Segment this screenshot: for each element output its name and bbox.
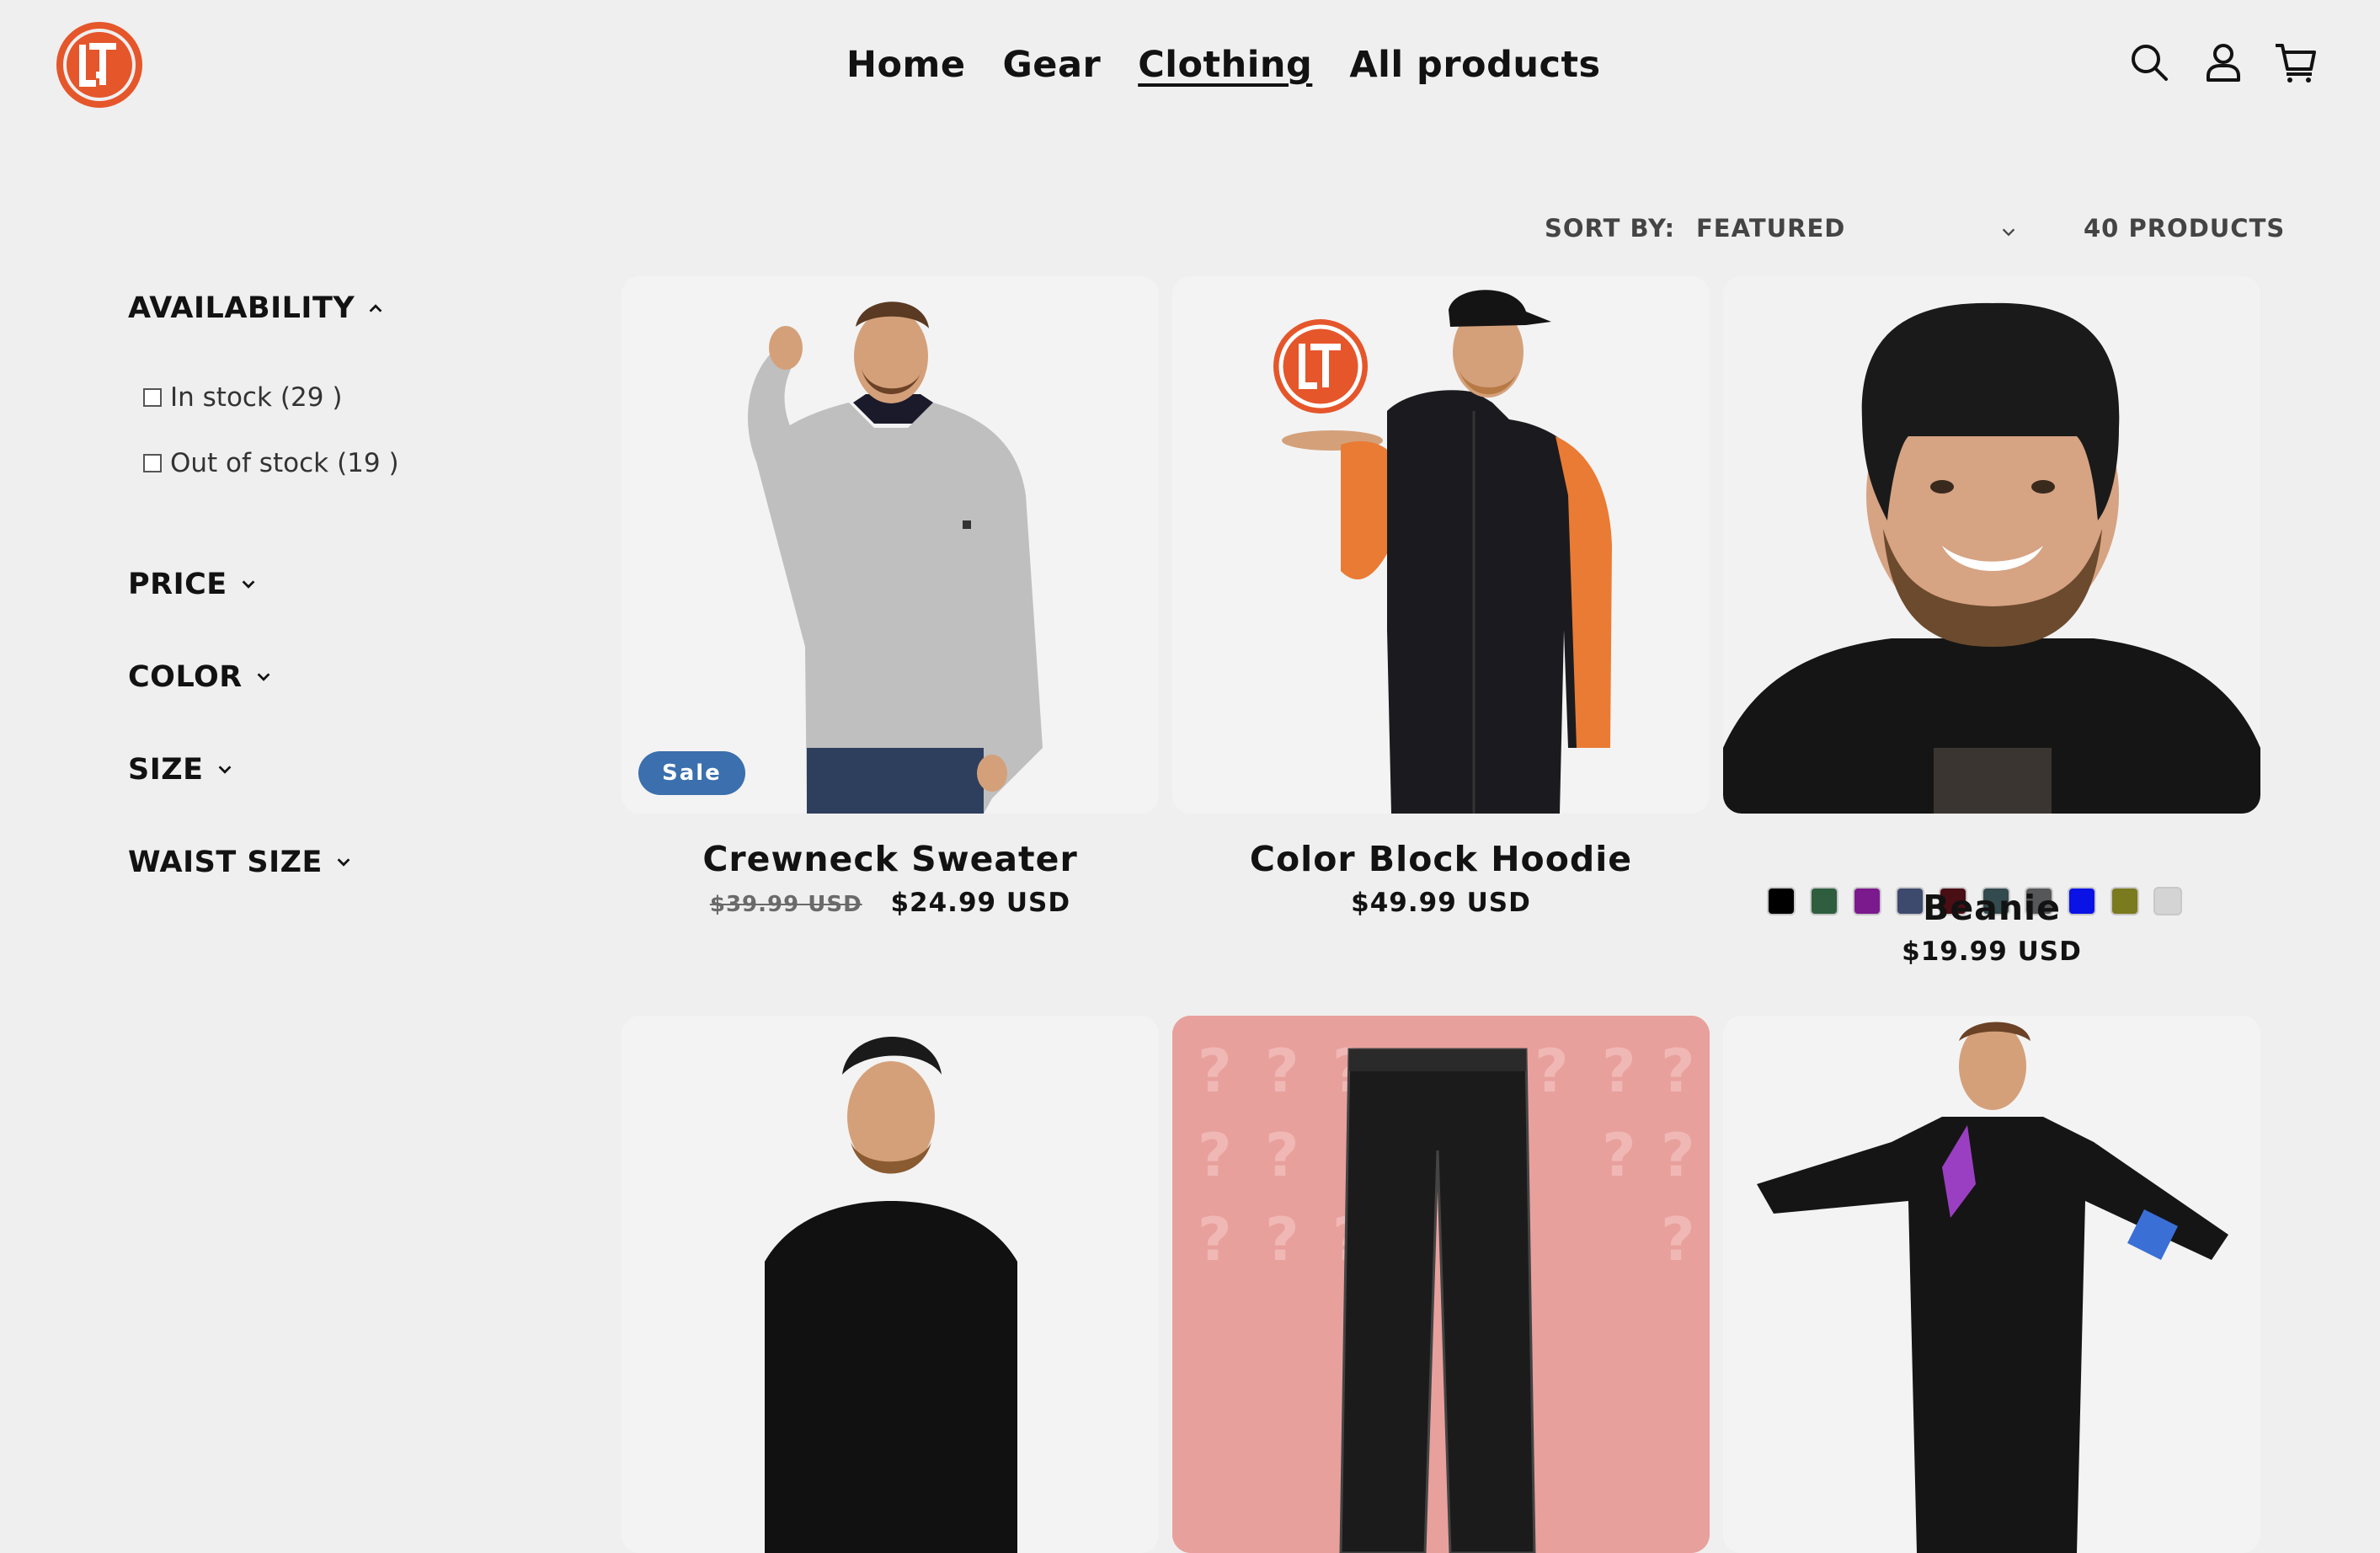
product-image[interactable] <box>1723 1016 2260 1553</box>
filter-availability-label: AVAILABILITY <box>128 291 355 325</box>
product-image[interactable] <box>1723 276 2260 814</box>
filter-size-label: SIZE <box>128 753 204 787</box>
product-title[interactable]: Crewneck Sweater <box>622 839 1159 879</box>
collection-toolbar: SORT BY: FEATURED 40 PRODUCTS <box>0 214 2380 248</box>
filter-color-label: COLOR <box>128 660 243 694</box>
sort-select[interactable]: FEATURED <box>1696 214 2025 248</box>
svg-text:?: ? <box>1265 1037 1299 1106</box>
product-card[interactable]: Color Block Hoodie $49.99 USD <box>1172 276 1710 950</box>
sort-label: SORT BY: <box>1545 214 1676 243</box>
filter-waist-size[interactable]: WAIST SIZE <box>128 846 353 879</box>
account-icon[interactable] <box>2201 40 2245 84</box>
product-image[interactable]: Sale <box>622 276 1159 814</box>
svg-text:?: ? <box>1198 1205 1232 1274</box>
chevron-down-icon <box>1999 219 2018 248</box>
filter-in-stock[interactable]: In stock (29 ) <box>143 382 342 413</box>
svg-text:?: ? <box>1265 1121 1299 1190</box>
svg-text:?: ? <box>1661 1121 1695 1190</box>
in-stock-checkbox[interactable] <box>143 388 162 407</box>
nav-gear[interactable]: Gear <box>1003 40 1102 89</box>
product-price: $19.99 USD <box>1902 937 2082 967</box>
out-of-stock-label: Out of stock <box>170 448 329 478</box>
site-header: Home Gear Clothing All products <box>0 0 2380 135</box>
filter-availability[interactable]: AVAILABILITY <box>128 291 385 325</box>
filter-out-of-stock[interactable]: Out of stock (19 ) <box>143 448 399 478</box>
chevron-up-icon <box>369 304 382 312</box>
ltt-logo[interactable] <box>56 21 143 109</box>
product-card[interactable]: Sale Crewneck Sweater $39.99 USD $24.99 … <box>622 276 1159 950</box>
svg-text:?: ? <box>1602 1121 1636 1190</box>
out-of-stock-checkbox[interactable] <box>143 454 162 472</box>
filter-price[interactable]: PRICE <box>128 568 258 601</box>
chevron-down-icon <box>218 766 231 774</box>
product-count: 40 PRODUCTS <box>2084 214 2286 243</box>
product-price: $49.99 USD <box>1351 888 1531 918</box>
svg-text:?: ? <box>1198 1037 1232 1106</box>
svg-text:?: ? <box>1534 1037 1569 1106</box>
price-row: $39.99 USD $24.99 USD <box>622 888 1159 918</box>
product-image[interactable] <box>622 1016 1159 1553</box>
product-image[interactable] <box>1172 276 1710 814</box>
svg-text:?: ? <box>1661 1037 1695 1106</box>
svg-text:?: ? <box>1265 1205 1299 1274</box>
product-title[interactable]: Color Block Hoodie <box>1172 839 1710 879</box>
nav-clothing[interactable]: Clothing <box>1138 40 1312 89</box>
svg-text:?: ? <box>1661 1205 1695 1274</box>
nav-all-products[interactable]: All products <box>1349 40 1600 89</box>
svg-text:?: ? <box>1602 1037 1636 1106</box>
price-row: $49.99 USD <box>1172 888 1710 918</box>
product-card[interactable] <box>1723 276 2260 984</box>
in-stock-count: (29 ) <box>280 382 343 413</box>
product-title[interactable]: Beanie <box>1723 888 2260 928</box>
chevron-down-icon <box>242 580 255 589</box>
out-of-stock-count: (19 ) <box>337 448 399 478</box>
chevron-down-icon <box>257 673 270 681</box>
sort-value: FEATURED <box>1696 214 1846 243</box>
sale-badge: Sale <box>638 751 745 795</box>
filter-waist-size-label: WAIST SIZE <box>128 846 323 879</box>
nav-home[interactable]: Home <box>846 40 966 89</box>
svg-text:?: ? <box>1198 1121 1232 1190</box>
product-image[interactable]: ??? ??? ???? ???? <box>1172 1016 1710 1553</box>
filter-size[interactable]: SIZE <box>128 753 234 787</box>
cart-icon[interactable] <box>2274 40 2318 84</box>
in-stock-label: In stock <box>170 382 272 413</box>
filter-color[interactable]: COLOR <box>128 660 273 694</box>
sale-price: $24.99 USD <box>890 888 1071 918</box>
main-nav: Home Gear Clothing All products <box>846 40 1601 89</box>
search-icon[interactable] <box>2127 40 2171 84</box>
compare-price: $39.99 USD <box>709 892 862 917</box>
filter-price-label: PRICE <box>128 568 227 601</box>
chevron-down-icon <box>337 858 350 867</box>
